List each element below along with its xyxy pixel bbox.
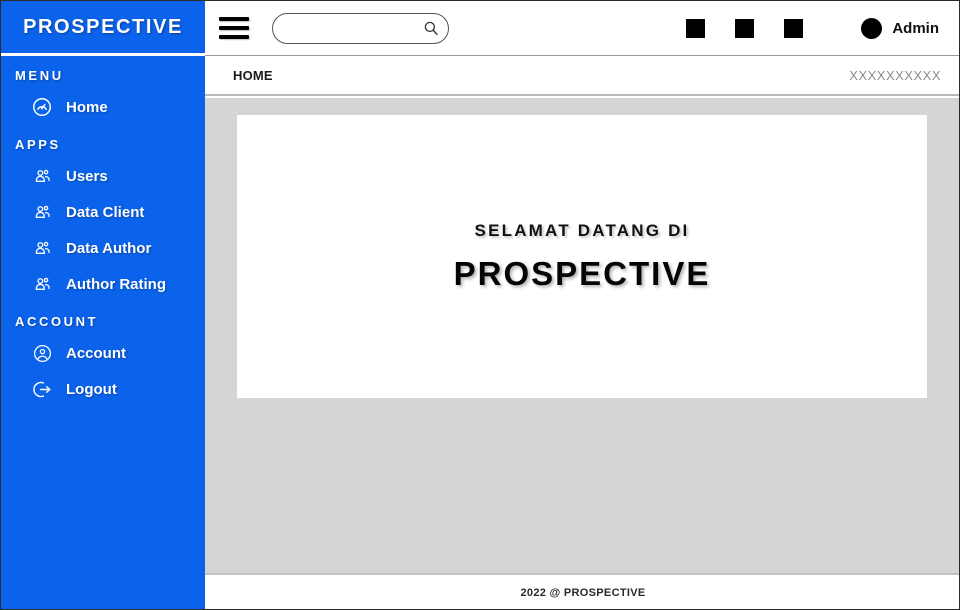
search-input[interactable] bbox=[272, 12, 449, 44]
sidebar-item-data-client[interactable]: Data Client bbox=[1, 194, 205, 230]
placeholder-square-icon-3[interactable] bbox=[784, 18, 804, 38]
brand-logo[interactable]: PROSPECTIVE bbox=[1, 1, 205, 56]
sidebar-item-users[interactable]: Users bbox=[1, 158, 205, 194]
hamburger-bar bbox=[219, 35, 249, 39]
main-content: SELAMAT DATANG DI PROSPECTIVE bbox=[205, 98, 959, 573]
sidebar-item-author-rating[interactable]: Author Rating bbox=[1, 266, 205, 302]
page-title: HOME bbox=[233, 67, 273, 83]
sidebar-section-account: ACCOUNT bbox=[15, 314, 99, 329]
sidebar-item-label: Data Client bbox=[66, 203, 145, 221]
header-actions: Admin bbox=[656, 17, 959, 39]
sidebar-item-label: Account bbox=[66, 344, 126, 362]
sidebar-item-label: Logout bbox=[66, 380, 117, 398]
user-name-label[interactable]: Admin bbox=[892, 20, 939, 37]
footer-copyright: 2022 @ PROSPECTIVE bbox=[520, 587, 646, 599]
sidebar-item-logout[interactable]: Logout bbox=[1, 371, 205, 407]
placeholder-square-icon-1[interactable] bbox=[686, 18, 706, 38]
app-window: PROSPECTIVE MENU Home APPS Users Data Cl… bbox=[0, 0, 960, 610]
avatar-circle-icon[interactable] bbox=[861, 17, 883, 39]
footer: 2022 @ PROSPECTIVE bbox=[205, 573, 959, 609]
people-group-icon bbox=[31, 237, 53, 259]
sidebar-item-data-author[interactable]: Data Author bbox=[1, 230, 205, 266]
sidebar-item-label: Home bbox=[66, 98, 108, 116]
people-group-icon bbox=[31, 273, 53, 295]
hamburger-bar bbox=[219, 17, 249, 21]
welcome-subtitle: SELAMAT DATANG DI bbox=[474, 220, 690, 240]
user-circle-icon bbox=[31, 342, 53, 364]
welcome-card: SELAMAT DATANG DI PROSPECTIVE bbox=[237, 115, 927, 398]
sidebar-section-menu: MENU bbox=[15, 68, 64, 83]
search-box[interactable] bbox=[272, 12, 449, 44]
sidebar-section-apps: APPS bbox=[15, 137, 61, 152]
breadcrumb: HOME XXXXXXXXXX bbox=[205, 56, 959, 96]
sidebar-item-label: Data Author bbox=[66, 239, 152, 257]
sidebar-item-account[interactable]: Account bbox=[1, 335, 205, 371]
sidebar-item-label: Author Rating bbox=[66, 275, 166, 293]
sidebar-item-home[interactable]: Home bbox=[1, 89, 205, 125]
sidebar: PROSPECTIVE MENU Home APPS Users Data Cl… bbox=[1, 1, 205, 609]
logout-arrow-icon bbox=[31, 378, 53, 400]
sidebar-item-label: Users bbox=[66, 167, 108, 185]
top-header: Admin bbox=[205, 1, 959, 56]
placeholder-square-icon-2[interactable] bbox=[735, 18, 755, 38]
hamburger-bar bbox=[219, 26, 249, 30]
hamburger-icon[interactable] bbox=[219, 17, 249, 39]
welcome-title: PROSPECTIVE bbox=[453, 254, 711, 292]
people-group-icon bbox=[31, 165, 53, 187]
speedometer-icon bbox=[31, 96, 53, 118]
breadcrumb-right-text: XXXXXXXXXX bbox=[849, 67, 941, 83]
people-group-icon bbox=[31, 201, 53, 223]
